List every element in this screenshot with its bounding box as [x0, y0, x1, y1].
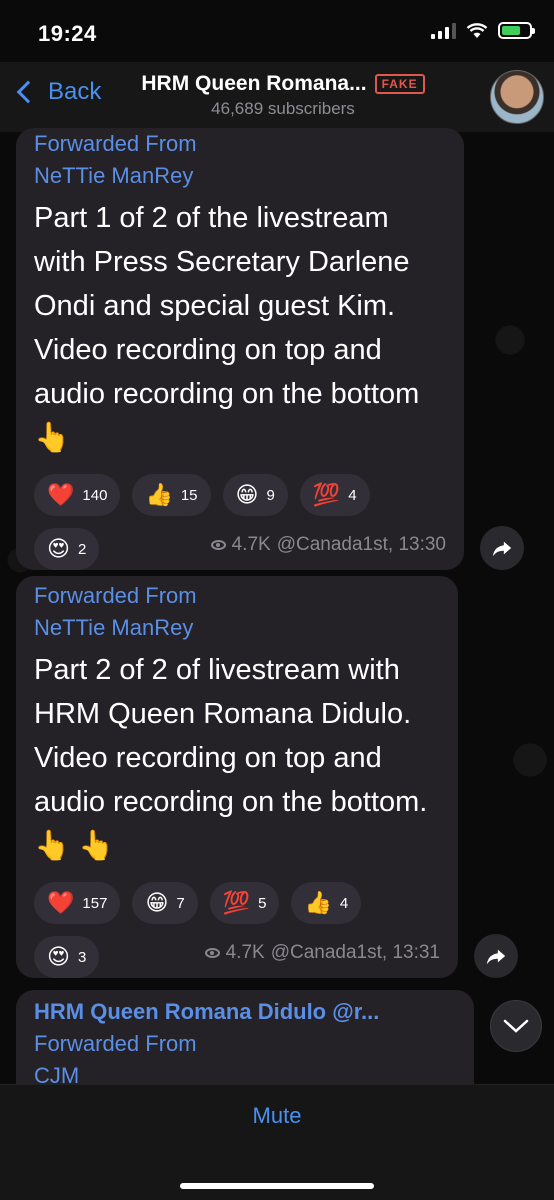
message-bubble[interactable]: Forwarded From NeTTie ManRey Part 2 of 2… — [16, 576, 458, 978]
reaction-heart-eyes[interactable]: 😍 2 — [34, 528, 100, 570]
channel-avatar[interactable] — [490, 70, 544, 124]
eye-icon — [204, 948, 220, 958]
channel-title-area[interactable]: HRM Queen Romana... FAKE 46,689 subscrib… — [108, 72, 458, 119]
bottom-bar: Mute — [0, 1084, 554, 1200]
message-meta: 4.7K @Canada1st, 13:30 — [210, 534, 446, 556]
reaction-thumbs-up[interactable]: 👍 4 — [291, 882, 362, 924]
message-author-time: @Canada1st, 13:30 — [276, 534, 446, 555]
forwarded-label: Forwarded From — [34, 1031, 197, 1056]
chevron-left-icon — [16, 80, 40, 104]
view-count: 4.7K — [231, 534, 271, 555]
message-author-time: @Canada1st, 13:31 — [270, 942, 440, 963]
battery-charging-icon — [498, 22, 535, 39]
fake-badge: FAKE — [374, 74, 425, 94]
wifi-icon — [466, 22, 488, 38]
message-text: Part 1 of 2 of the livestream with Press… — [34, 202, 420, 454]
scroll-to-bottom-button[interactable] — [490, 1000, 542, 1052]
back-button[interactable]: Back — [10, 78, 101, 106]
forwarded-label: Forwarded From — [34, 583, 197, 608]
forwarded-source-link[interactable]: NeTTie ManRey — [34, 160, 446, 192]
sender-name[interactable]: HRM Queen Romana Didulo @r... — [34, 996, 456, 1028]
eye-icon — [210, 540, 226, 550]
chat-header: Back HRM Queen Romana... FAKE 46,689 sub… — [0, 62, 554, 132]
subscriber-count: 46,689 subscribers — [211, 99, 355, 118]
forwarded-source-link[interactable]: NeTTie ManRey — [34, 612, 440, 644]
back-label: Back — [48, 78, 102, 105]
message-meta: 4.7K @Canada1st, 13:31 — [204, 942, 440, 964]
reaction-grin[interactable]: 😁 7 — [132, 882, 198, 924]
forwarded-source-link[interactable]: CJM — [34, 1060, 456, 1084]
status-icons — [431, 22, 535, 39]
reaction-thumbs-up[interactable]: 👍 15 — [132, 474, 211, 516]
reaction-heart[interactable]: ❤️ 140 — [34, 474, 121, 516]
mute-button[interactable]: Mute — [0, 1103, 554, 1129]
share-button[interactable] — [474, 934, 518, 978]
home-indicator[interactable] — [180, 1183, 374, 1189]
status-time: 19:24 — [38, 21, 97, 46]
channel-title: HRM Queen Romana... — [141, 72, 367, 95]
cellular-signal-icon — [431, 22, 456, 39]
message-bubble[interactable]: HRM Queen Romana Didulo @r... Forwarded … — [16, 990, 474, 1084]
forwarded-label: Forwarded From — [34, 131, 197, 156]
status-bar: 19:24 — [0, 0, 554, 62]
view-count: 4.7K — [225, 942, 265, 963]
reaction-heart[interactable]: ❤️ 157 — [34, 882, 121, 924]
chevron-down-icon — [503, 1019, 529, 1033]
reaction-hundred[interactable]: 💯 5 — [209, 882, 280, 924]
reaction-heart-eyes[interactable]: 😍 3 — [34, 936, 100, 978]
share-arrow-icon — [486, 949, 506, 965]
reaction-hundred[interactable]: 💯 4 — [299, 474, 370, 516]
reaction-grin[interactable]: 😁 9 — [222, 474, 288, 516]
share-button[interactable] — [480, 526, 524, 570]
message-text: Part 2 of 2 of livestream with HRM Queen… — [34, 654, 428, 862]
share-arrow-icon — [492, 541, 512, 557]
message-bubble[interactable]: Forwarded From NeTTie ManRey Part 1 of 2… — [16, 128, 464, 570]
